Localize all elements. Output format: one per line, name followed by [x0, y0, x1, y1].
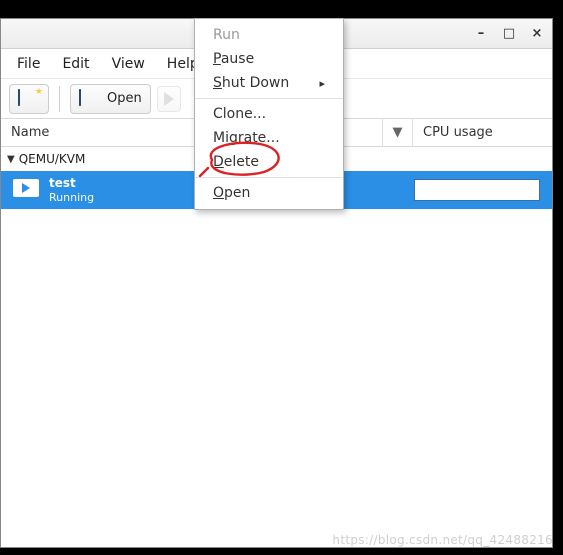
menu-item-pause[interactable]: Pause: [195, 47, 343, 71]
menu-item-shutdown-label: Shut Down: [213, 75, 289, 91]
menu-item-delete[interactable]: Delete: [195, 150, 343, 174]
menu-item-migrate-label: Migrate...: [213, 130, 280, 146]
sort-indicator[interactable]: ▼: [382, 119, 412, 146]
cpu-column-header[interactable]: CPU usage: [412, 119, 552, 146]
context-menu: Run Pause Shut Down ▸ Clone... Migrate..…: [194, 18, 344, 210]
open-button-label: Open: [107, 91, 142, 106]
play-icon: [164, 92, 174, 106]
monitor-icon: [79, 90, 101, 108]
run-button: [157, 86, 181, 112]
new-vm-button[interactable]: [9, 84, 49, 114]
menu-item-open-label: Open: [213, 185, 250, 201]
minimize-button[interactable]: –: [474, 27, 488, 41]
submenu-arrow-icon: ▸: [319, 77, 325, 90]
menu-item-clone[interactable]: Clone...: [195, 102, 343, 126]
menu-item-shutdown[interactable]: Shut Down ▸: [195, 71, 343, 95]
menu-item-run-label: Run: [213, 27, 240, 43]
menu-item-migrate[interactable]: Migrate...: [195, 126, 343, 150]
menu-file[interactable]: File: [9, 52, 48, 76]
maximize-button[interactable]: □: [502, 27, 516, 41]
disclosure-triangle[interactable]: ▼: [7, 154, 15, 165]
new-vm-icon: [18, 90, 40, 108]
watermark: https://blog.csdn.net/qq_42488216: [332, 533, 553, 547]
menu-view[interactable]: View: [104, 52, 153, 76]
menu-item-delete-label: Delete: [213, 154, 259, 170]
menu-item-open[interactable]: Open: [195, 181, 343, 205]
vm-name: test: [49, 176, 94, 191]
menu-separator: [195, 98, 343, 99]
open-button[interactable]: Open: [70, 84, 151, 114]
close-button[interactable]: ×: [530, 27, 544, 41]
toolbar-separator: [59, 86, 60, 112]
menu-item-clone-label: Clone...: [213, 106, 266, 122]
vm-text: test Running: [49, 176, 94, 205]
menu-edit[interactable]: Edit: [54, 52, 97, 76]
cpu-usage-graph: [414, 179, 540, 201]
menu-item-run: Run: [195, 23, 343, 47]
vm-running-icon: [13, 179, 39, 201]
menu-separator: [195, 177, 343, 178]
connection-label: QEMU/KVM: [19, 152, 86, 166]
vm-status: Running: [49, 191, 94, 205]
menu-item-pause-label: Pause: [213, 51, 254, 67]
